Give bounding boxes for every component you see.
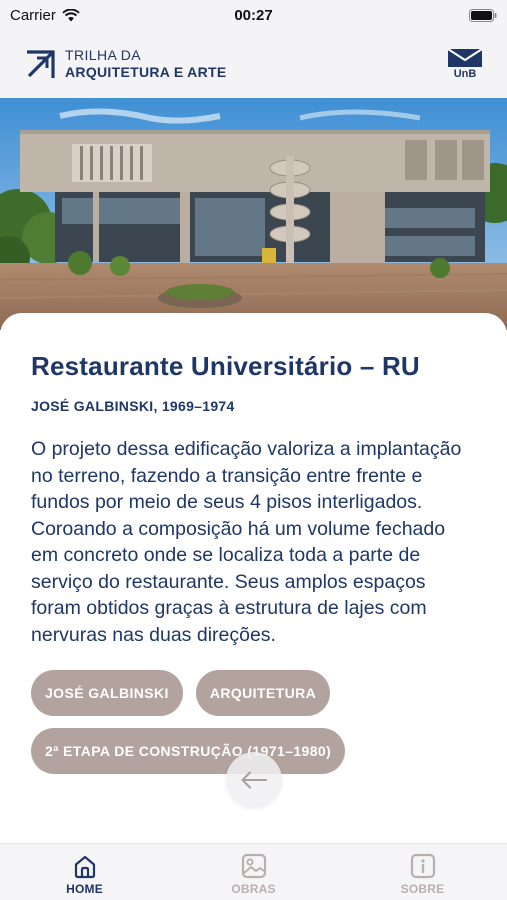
tab-home[interactable]: HOME (0, 844, 169, 900)
home-icon (74, 855, 95, 879)
image-icon (241, 853, 266, 879)
logo-line1: TRILHA DA (65, 47, 141, 63)
logo-line2: ARQUITETURA E ARTE (65, 64, 227, 80)
unb-logo[interactable]: UnB (448, 48, 482, 80)
artwork-author-years: JOSÉ GALBINSKI, 1969–1974 (31, 398, 235, 414)
tab-obras-label: OBRAS (231, 882, 276, 896)
unb-mark-icon (448, 48, 482, 67)
carrier-label: Carrier (10, 6, 56, 24)
status-bar: Carrier 00:27 (0, 0, 507, 30)
info-icon (410, 853, 435, 879)
back-button[interactable] (226, 752, 282, 808)
battery-icon (469, 8, 497, 22)
unb-label: UnB (453, 67, 477, 80)
tab-obras[interactable]: OBRAS (169, 844, 338, 900)
artwork-title: Restaurante Universitário – RU (31, 351, 420, 381)
tag-category[interactable]: ARQUITETURA (195, 670, 331, 716)
tag-author[interactable]: JOSÉ GALBINSKI (31, 670, 183, 716)
carrier-info: Carrier (10, 7, 80, 24)
app-header: TRILHA DA ARQUITETURA E ARTE UnB (0, 30, 507, 98)
arrow-left-icon (241, 771, 267, 789)
building-photo (0, 98, 507, 330)
tab-sobre-label: SOBRE (400, 882, 445, 896)
tab-home-label: HOME (66, 882, 103, 896)
app-logo-text: TRILHA DA ARQUITETURA E ARTE (65, 47, 226, 81)
hero-image (0, 98, 507, 330)
wifi-icon (62, 8, 80, 21)
bottom-tab-bar: HOME OBRAS SOBRE (0, 843, 507, 900)
tag-construction-phase[interactable]: 2ª ETAPA DE CONSTRUÇÃO (1971–1980) (31, 728, 346, 774)
trail-logo-icon (27, 50, 55, 78)
artwork-description: O projeto dessa edificação valoriza a im… (31, 438, 462, 646)
tab-sobre[interactable]: SOBRE (338, 844, 507, 900)
